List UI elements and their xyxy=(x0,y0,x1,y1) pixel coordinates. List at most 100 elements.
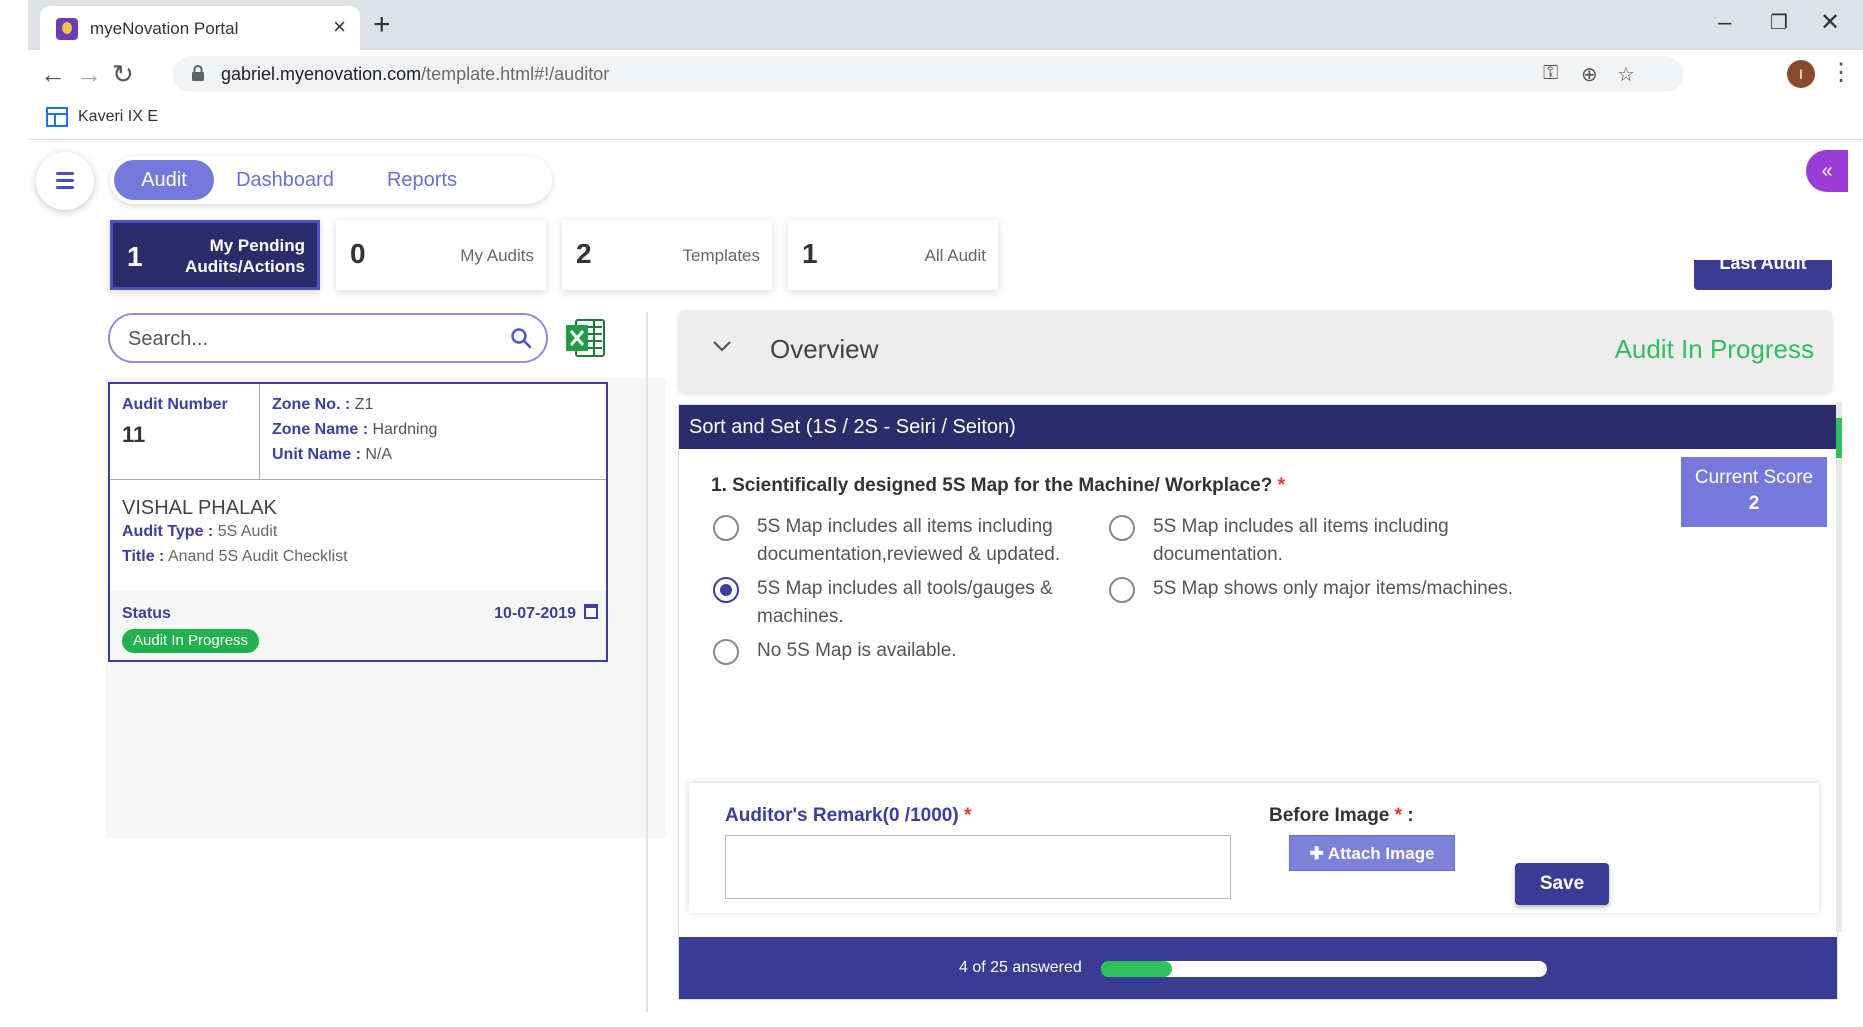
zoom-icon[interactable]: ⊕ xyxy=(1581,62,1598,87)
menu-toggle-button[interactable] xyxy=(36,152,94,210)
browser-toolbar: ← → ↻ gabriel.myenovation.com/template.h… xyxy=(28,50,1863,98)
audit-list-item[interactable]: Audit Number 11 Zone No. : Z1 Zone Name … xyxy=(108,382,608,662)
plus-icon: ✚ xyxy=(1309,844,1328,863)
overview-status: Audit In Progress xyxy=(1614,334,1814,364)
option-label: 5S Map includes all tools/gauges & machi… xyxy=(757,578,1053,627)
bookmark-item[interactable]: Kaveri IX E xyxy=(78,108,158,126)
audit-title: Title : Anand 5S Audit Checklist xyxy=(122,548,348,565)
key-icon[interactable]: ⚿ xyxy=(1543,62,1558,85)
stat-label: My Pending Audits/Actions xyxy=(185,236,305,276)
stat-card-my-audits[interactable]: 0 My Audits xyxy=(336,220,546,290)
address-bar[interactable]: gabriel.myenovation.com/template.html#!/… xyxy=(173,56,1683,92)
tab-strip: myeNovation Portal × + – ❐ ✕ xyxy=(28,0,1863,50)
hamburger-icon-line xyxy=(56,186,74,189)
current-score-box: Current Score 2 xyxy=(1681,457,1827,527)
forward-icon[interactable]: → xyxy=(76,60,102,88)
bookmark-icon xyxy=(46,107,68,127)
chevron-down-icon xyxy=(713,341,731,352)
stat-label: My Audits xyxy=(460,246,534,265)
reload-icon[interactable]: ↻ xyxy=(112,60,134,88)
question-text: 1. Scientifically designed 5S Map for th… xyxy=(711,475,1286,496)
more-menu-icon[interactable]: ⋮ xyxy=(1829,58,1853,87)
stat-label: Templates xyxy=(682,246,760,265)
radio-button[interactable] xyxy=(1109,515,1135,541)
before-image-label: Before Image * : xyxy=(1269,805,1414,826)
radio-button-selected[interactable] xyxy=(713,577,739,603)
audit-card-header: Audit Number 11 Zone No. : Z1 Zone Name … xyxy=(110,384,606,480)
remark-textarea[interactable] xyxy=(725,835,1231,899)
progress-text: 4 of 25 answered xyxy=(959,959,1082,976)
zone-name: Zone Name : Hardning xyxy=(272,421,438,438)
close-window-icon[interactable]: ✕ xyxy=(1820,8,1840,38)
hamburger-icon-line xyxy=(56,179,74,182)
search-icon[interactable] xyxy=(510,327,532,349)
new-tab-icon[interactable]: + xyxy=(373,10,391,40)
status-label: Status xyxy=(122,605,171,622)
close-tab-icon[interactable]: × xyxy=(333,16,346,38)
zone-number: Zone No. : Z1 xyxy=(272,396,374,413)
favicon-icon xyxy=(56,18,78,40)
back-icon[interactable]: ← xyxy=(40,60,66,88)
progress-fill xyxy=(1101,961,1173,977)
audit-card-footer: Status 10-07-2019 Audit In Progress xyxy=(110,591,606,660)
radio-button[interactable] xyxy=(1109,577,1135,603)
remark-card: Auditor's Remark(0 /1000) * Before Image… xyxy=(689,783,1819,913)
last-audit-button[interactable]: Last Audit xyxy=(1694,260,1832,290)
audit-date: 10-07-2019 xyxy=(494,605,576,622)
radio-button[interactable] xyxy=(713,515,739,541)
section-scrollbar[interactable] xyxy=(1836,402,1842,932)
stat-card-all-audit[interactable]: 1 All Audit xyxy=(788,220,998,290)
audit-type: Audit Type : 5S Audit xyxy=(122,523,278,540)
checklist-section: Sort and Set (1S / 2S - Seiri / Seiton) … xyxy=(678,404,1838,1000)
url-text: gabriel.myenovation.com/template.html#!/… xyxy=(221,64,610,84)
collapse-panel-button[interactable]: « xyxy=(1806,150,1848,192)
lock-icon xyxy=(192,65,204,81)
remark-label: Auditor's Remark(0 /1000) * xyxy=(725,805,972,826)
browser-tab[interactable]: myeNovation Portal × xyxy=(40,6,360,50)
tab-dashboard[interactable]: Dashboard xyxy=(230,156,340,204)
hamburger-icon xyxy=(56,172,74,175)
audit-number-label: Audit Number xyxy=(122,396,228,413)
overview-title: Overview xyxy=(770,334,879,364)
auditor-name: VISHAL PHALAK xyxy=(122,497,277,519)
stat-count: 0 xyxy=(350,238,366,269)
excel-export-icon[interactable] xyxy=(564,317,606,359)
status-badge: Audit In Progress xyxy=(122,629,260,653)
audit-number-cell: Audit Number 11 xyxy=(110,384,260,480)
stat-count: 1 xyxy=(802,238,818,269)
stat-card-pending[interactable]: 1 My Pending Audits/Actions xyxy=(110,220,320,290)
browser-chrome: myeNovation Portal × + – ❐ ✕ ← → ↻ gabri… xyxy=(28,0,1863,142)
stat-label: All Audit xyxy=(924,246,986,265)
progress-footer: 4 of 25 answered xyxy=(679,937,1837,999)
option-label: No 5S Map is available. xyxy=(757,640,957,661)
calendar-icon xyxy=(584,604,598,619)
search-input[interactable] xyxy=(128,325,498,353)
option-label: 5S Map includes all items including docu… xyxy=(757,516,1061,565)
stat-card-templates[interactable]: 2 Templates xyxy=(562,220,772,290)
restore-icon[interactable]: ❐ xyxy=(1770,8,1788,38)
overview-accordion[interactable]: Overview Audit In Progress xyxy=(678,310,1832,392)
attach-image-button[interactable]: ✚ Attach Image xyxy=(1289,835,1455,871)
app-root: Audit Dashboard Reports « 1 My Pending Au… xyxy=(28,142,1863,1027)
stat-count: 1 xyxy=(127,241,143,272)
tab-reports[interactable]: Reports xyxy=(372,156,472,204)
save-button[interactable]: Save xyxy=(1515,863,1609,905)
double-chevron-left-icon: « xyxy=(1821,160,1833,182)
audit-number: 11 xyxy=(122,422,146,447)
section-scrollbar-thumb[interactable] xyxy=(1836,418,1842,458)
panel-divider xyxy=(646,312,648,1012)
tab-audit[interactable]: Audit xyxy=(114,160,214,200)
profile-avatar[interactable]: I xyxy=(1787,60,1815,88)
audit-card-body: VISHAL PHALAK Audit Type : 5S Audit Titl… xyxy=(110,481,606,591)
option-label: 5S Map includes all items including docu… xyxy=(1153,516,1449,565)
radio-button[interactable] xyxy=(713,639,739,665)
progress-bar xyxy=(1101,961,1547,977)
tab-title: myeNovation Portal xyxy=(90,19,239,38)
score-label: Current Score xyxy=(1694,467,1814,488)
star-icon[interactable]: ☆ xyxy=(1617,62,1635,87)
minimize-icon[interactable]: – xyxy=(1718,8,1731,38)
unit-name: Unit Name : N/A xyxy=(272,446,393,463)
main-nav: Audit Dashboard Reports xyxy=(110,156,552,204)
bookmarks-bar: Kaveri IX E xyxy=(28,98,1863,140)
stat-count: 2 xyxy=(576,238,592,269)
